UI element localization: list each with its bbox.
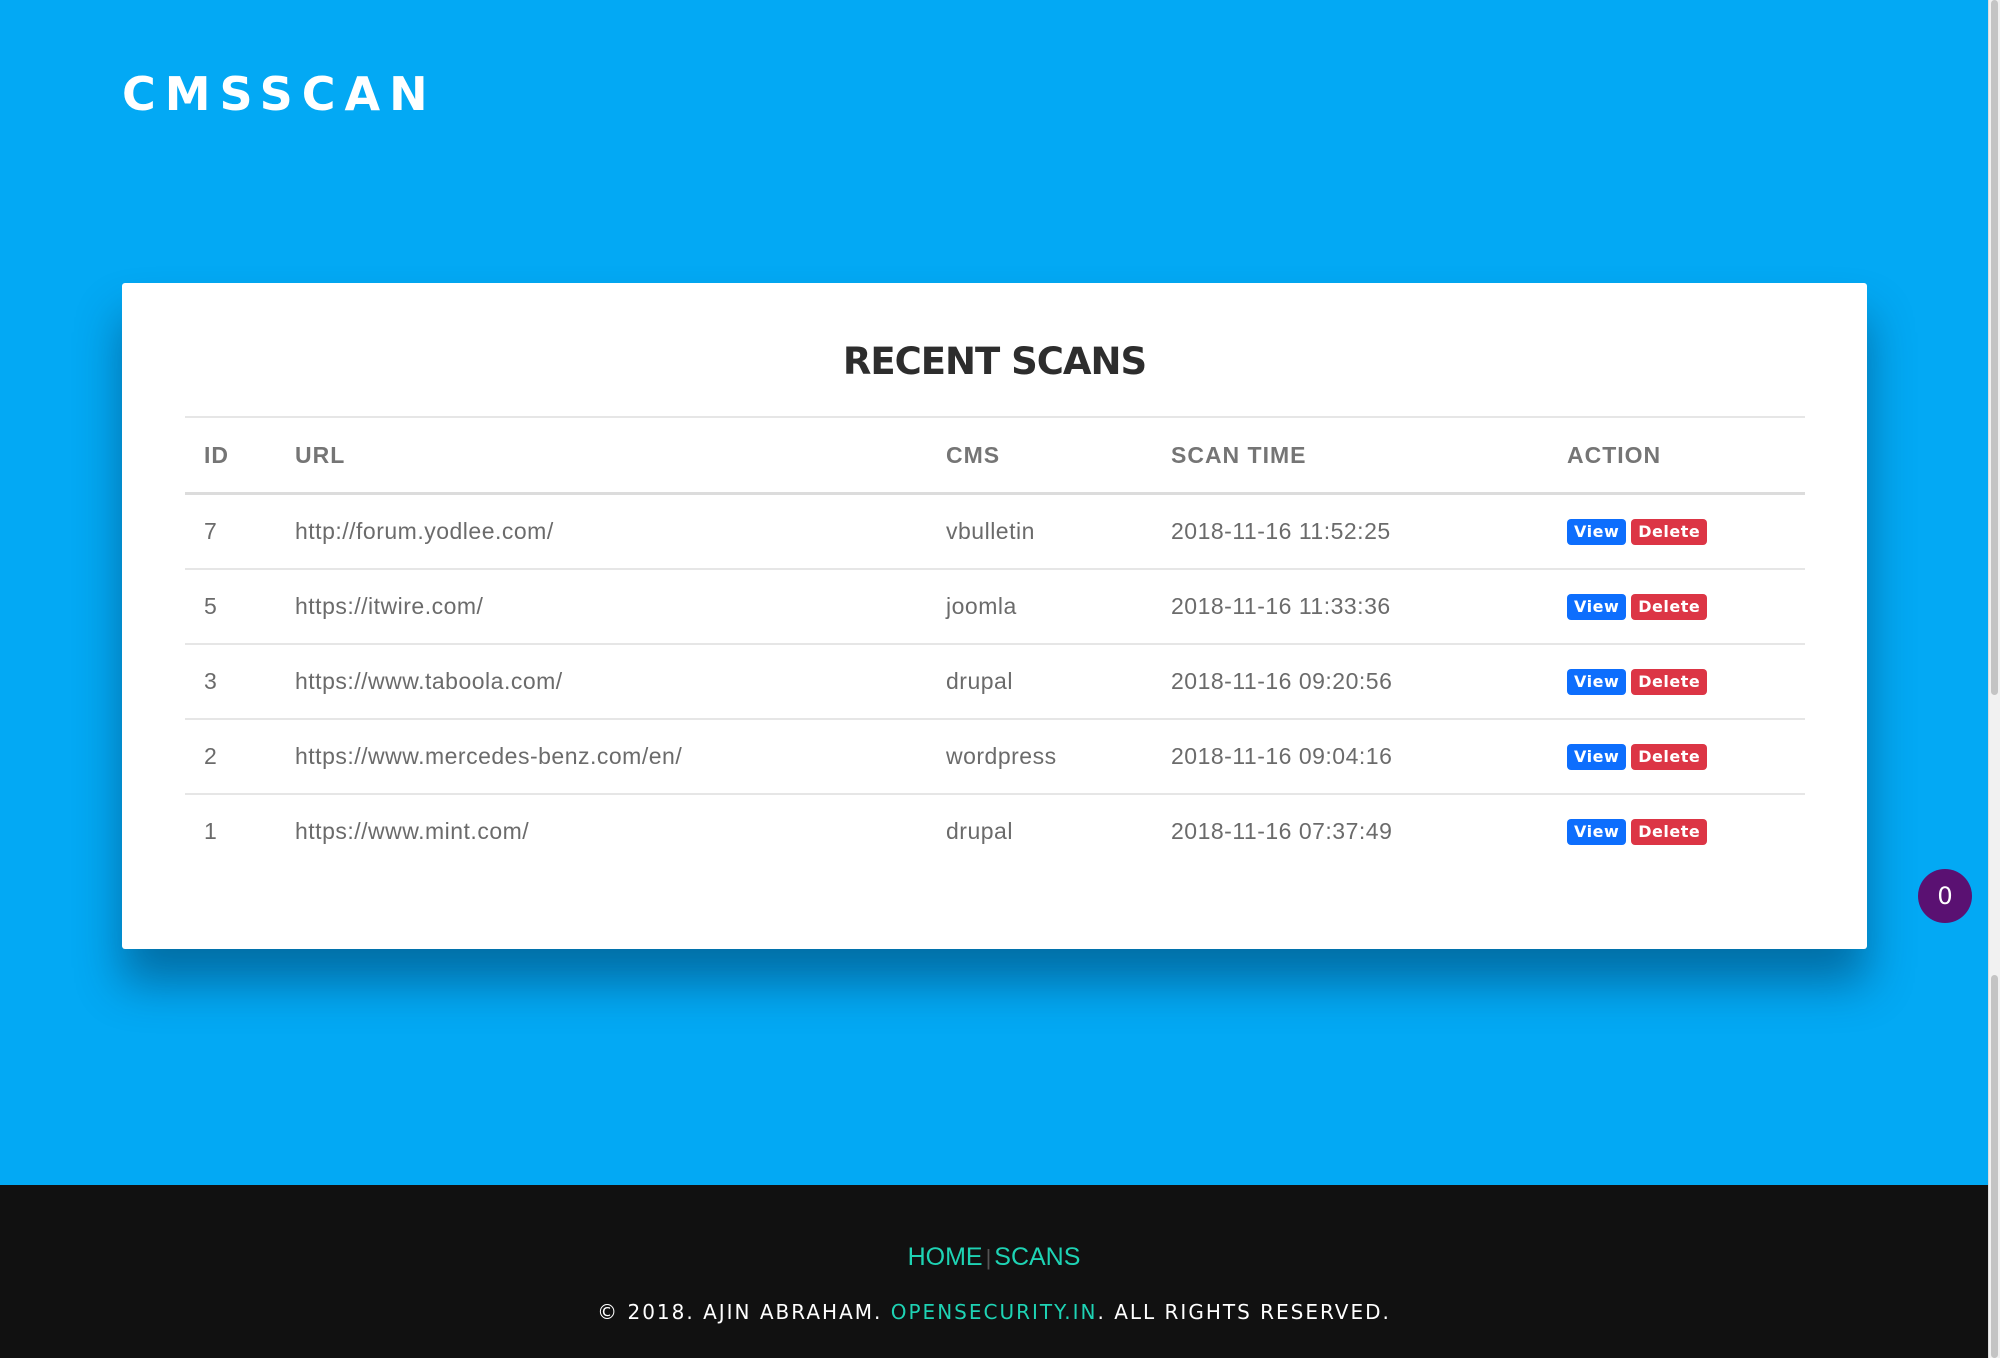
cell-id: 7 [185, 493, 295, 570]
card-title: RECENT SCANS [842, 340, 1147, 383]
cell-cms: drupal [946, 818, 1013, 844]
cell-url: https://www.mercedes-benz.com/en/ [295, 719, 946, 795]
column-header-scan-time: SCAN TIME [1171, 416, 1567, 495]
column-header-url: URL [295, 416, 946, 495]
cell-cms: wordpress [946, 719, 1171, 795]
notification-count-badge[interactable]: 0 [1918, 869, 1972, 923]
cell-scan-time: 2018-11-16 11:52:25 [1171, 493, 1567, 570]
page-scrollbar[interactable] [1988, 0, 2000, 1358]
view-button[interactable]: View [1567, 669, 1627, 696]
delete-button[interactable]: Delete [1631, 669, 1708, 696]
delete-button[interactable]: Delete [1631, 819, 1708, 846]
cell-id: 3 [185, 644, 295, 720]
column-header-cms: CMS [946, 416, 1171, 495]
cell-action: View Delete [1567, 493, 1805, 570]
delete-button[interactable]: Delete [1631, 744, 1708, 771]
table-header-row: ID URL CMS SCAN TIME ACTION [185, 416, 1805, 495]
site-footer: HOME | SCANS © 2018. AJIN ABRAHAM. OPENSEC… [0, 1185, 1988, 1358]
table-row: 1 https://www.mint.com/ drupal 2018-11-1… [185, 794, 1805, 868]
cell-cms: vbulletin [946, 493, 1171, 570]
column-header-id: ID [185, 416, 295, 495]
cell-action: View Delete [1567, 569, 1805, 645]
column-header-action: ACTION [1567, 416, 1805, 495]
copyright-suffix: . ALL RIGHTS RESERVED. [1097, 1300, 1391, 1324]
delete-button[interactable]: Delete [1631, 519, 1708, 546]
cell-scan-time: 2018-11-16 07:37:49 [1171, 818, 1393, 844]
cell-url: http://forum.yodlee.com/ [295, 493, 946, 570]
cell-action: View Delete [1567, 719, 1805, 795]
table-row: 7 http://forum.yodlee.com/ vbulletin 201… [185, 493, 1805, 570]
cell-cms: joomla [946, 569, 1171, 645]
delete-button[interactable]: Delete [1631, 594, 1708, 621]
footer-nav: HOME | SCANS [0, 1240, 1988, 1275]
cell-cms: drupal [946, 644, 1171, 720]
cell-scan-time: 2018-11-16 09:20:56 [1171, 644, 1567, 720]
copyright-text: © 2018. AJIN ABRAHAM. [597, 1300, 883, 1324]
cell-url: https://www.taboola.com/ [295, 644, 946, 720]
view-button[interactable]: View [1567, 744, 1627, 771]
cell-action: View Delete [1567, 794, 1805, 868]
view-button[interactable]: View [1567, 594, 1627, 621]
view-button[interactable]: View [1567, 519, 1627, 546]
footer-copyright: © 2018. AJIN ABRAHAM. OPENSECURITY.IN. A… [0, 1297, 1988, 1327]
table-row: 2 https://www.mercedes-benz.com/en/ word… [185, 719, 1805, 795]
footer-link-home[interactable]: HOME [908, 1243, 983, 1271]
footer-nav-separator: | [985, 1245, 992, 1270]
view-button[interactable]: View [1567, 819, 1627, 846]
site-logo[interactable]: CMSSCAN [122, 64, 437, 124]
scans-table: ID URL CMS SCAN TIME ACTION 7 http://for… [185, 416, 1805, 868]
cell-id: 2 [185, 719, 295, 795]
scrollbar-thumb[interactable] [1991, 0, 1998, 695]
scrollbar-thumb-lower[interactable] [1991, 975, 1998, 1358]
cell-id: 1 [204, 818, 218, 844]
cell-url: https://www.mint.com/ [295, 818, 530, 844]
cell-id: 5 [185, 569, 295, 645]
footer-link-scans[interactable]: SCANS [994, 1243, 1080, 1271]
table-row: 3 https://www.taboola.com/ drupal 2018-1… [185, 644, 1805, 720]
cell-scan-time: 2018-11-16 11:33:36 [1171, 569, 1567, 645]
cell-action: View Delete [1567, 644, 1805, 720]
cell-scan-time: 2018-11-16 09:04:16 [1171, 719, 1567, 795]
opensecurity-link[interactable]: OPENSECURITY.IN [891, 1300, 1098, 1324]
table-row: 5 https://itwire.com/ joomla 2018-11-16 … [185, 569, 1805, 645]
cell-url: https://itwire.com/ [295, 569, 946, 645]
